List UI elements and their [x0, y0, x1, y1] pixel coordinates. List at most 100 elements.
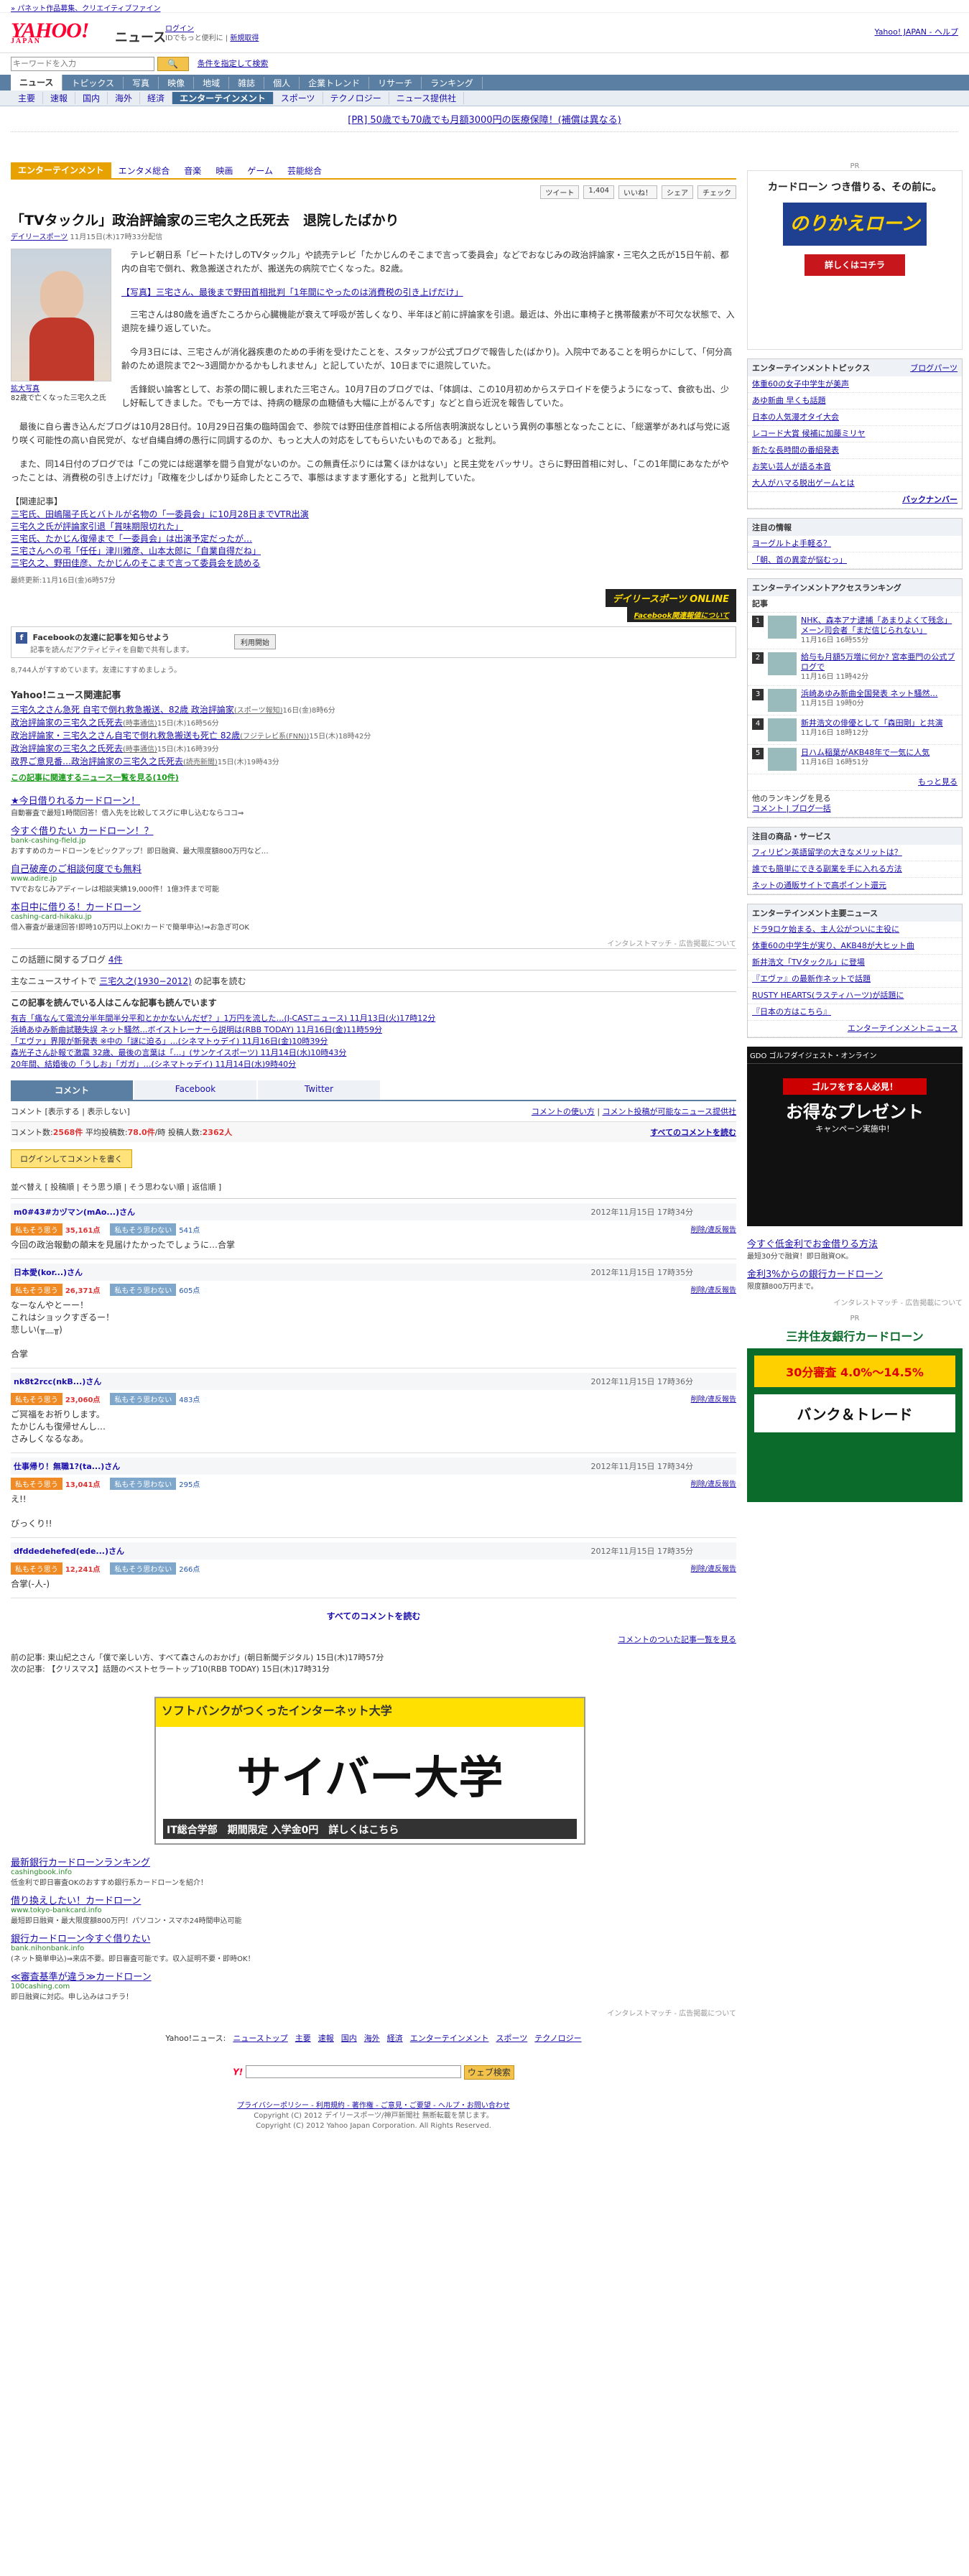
main-site-link[interactable]: 三宅久之(1930−2012) [99, 976, 192, 986]
nav-sub-2[interactable]: 国内 [75, 92, 108, 104]
related-article-link[interactable]: 三宅さんへの弔「任任」津川雅彦、山本太郎に「自業自得だね」 [11, 545, 736, 557]
category-tab-5[interactable]: 芸能総合 [280, 165, 329, 177]
report-link[interactable]: 削除/違反報告 [691, 1562, 736, 1573]
pr-line-link[interactable]: [PR] 50歳でも70歳でも月額3000円の医療保障！(補償は異なる) [348, 115, 621, 126]
photo-article-link[interactable]: 【写真】三宅さん、最後まで野田首相批判「1年間にやったのは消費税の引き上げだけ」 [121, 287, 463, 297]
nav-main-1[interactable]: トピックス [62, 76, 124, 89]
search-button[interactable]: 🔍 [157, 57, 189, 71]
related-article-link[interactable]: 三宅氏、たかじん復帰まで「一委員会」は出演予定だったが… [11, 533, 736, 545]
login-to-comment-button[interactable]: ログインしてコメントを書く [11, 1149, 132, 1168]
vote-yes-button[interactable]: 私もそう思う [11, 1284, 62, 1296]
ad1-button[interactable]: 詳しくはコチラ [805, 254, 905, 276]
comment-user[interactable]: nk8t2rcc(nkB...)さん [14, 1377, 101, 1386]
ad-title[interactable]: 最新銀行カードローンランキング [11, 1855, 736, 1868]
related-news-source[interactable]: (読売新聞) [183, 759, 218, 766]
ad-title[interactable]: 本日中に借りる！カードローン [11, 899, 736, 913]
footer-nav-8[interactable]: スポーツ [496, 2034, 527, 2043]
comment-user[interactable]: 日本愛(kor...)さん [14, 1268, 83, 1277]
related-news-title[interactable]: 政治評論家・三宅久之さん自宅で倒れ救急搬送も死亡 82歳 [11, 731, 240, 741]
facebook-start-button[interactable]: 利用開始 [234, 634, 276, 649]
rank-thumbnail[interactable] [768, 748, 797, 771]
vote-no-button[interactable]: 私もそう思わない [110, 1393, 177, 1405]
footer-search-button[interactable]: ウェブ検索 [463, 2065, 514, 2080]
nav-main-0[interactable]: ニュース [11, 75, 63, 91]
nav-sub-6[interactable]: スポーツ [274, 92, 323, 104]
help-link[interactable]: Yahoo! JAPAN - ヘルプ [874, 27, 958, 37]
related-news-source[interactable]: (スポーツ報知) [234, 707, 283, 715]
rank-thumbnail[interactable] [768, 616, 797, 639]
reading-item[interactable]: 20年間、結婚後の「うしお」「ガガ」…(シネマトゥデイ) 11月14日(水)9時… [11, 1059, 736, 1070]
nav-sub-5[interactable]: エンターテインメント [172, 92, 274, 104]
topics-blogparts[interactable]: ブログパーツ [910, 362, 958, 374]
blog-count-link[interactable]: 4件 [108, 955, 123, 965]
reading-item[interactable]: 森光子さん訃報で激震 32歳、最後の言葉は「…」(サンケイスポーツ) 11月14… [11, 1047, 736, 1059]
topic-item-link[interactable]: レコード大賞 候補に加藤ミリヤ [752, 429, 866, 438]
register-link[interactable]: 新規取得 [230, 34, 259, 42]
spot-item-link[interactable]: 「朝、首の異変が悩むっ」 [752, 555, 847, 565]
featured-more[interactable]: エンターテインメントニュース [848, 1024, 958, 1033]
backnumber-link[interactable]: バックナンバー [902, 495, 958, 504]
related-news-source[interactable]: (時事通信) [123, 720, 157, 728]
footer-links[interactable]: プライバシーポリシー - 利用規約 - 著作権 - ご意見・ご要望 - ヘルプ・… [11, 2101, 736, 2111]
ad-title[interactable]: 今すぐ借りたい カードローン！？ [11, 823, 736, 837]
ad-title[interactable]: ≪審査基準が違う≫カードローン [11, 1969, 736, 1983]
nav-main-3[interactable]: 映像 [159, 76, 195, 89]
report-link[interactable]: 削除/違反報告 [691, 1284, 736, 1294]
read-all-comments-top[interactable]: すべてのコメントを読む [650, 1126, 736, 1138]
nav-main-6[interactable]: 個人 [264, 76, 300, 89]
article-source[interactable]: デイリースポーツ [11, 233, 68, 241]
check-button[interactable]: チェック [697, 185, 736, 199]
rank-thumbnail[interactable] [768, 652, 797, 675]
header-right-link[interactable]: Yahoo! JAPAN - ヘルプ [874, 26, 958, 37]
vote-yes-button[interactable]: 私もそう思う [11, 1478, 62, 1490]
comment-user[interactable]: dfddedehefed(ede...)さん [14, 1547, 124, 1556]
footer-nav-3[interactable]: 速報 [318, 2034, 334, 2043]
service-item-link[interactable]: 誰でも簡単にできる副業を手に入れる方法 [752, 864, 902, 874]
category-tab-0[interactable]: エンターテインメント [11, 162, 111, 178]
comment-user[interactable]: 仕事帰り！無職1?(ta...)さん [14, 1462, 120, 1471]
vote-no-button[interactable]: 私もそう思わない [110, 1223, 177, 1236]
ad-title[interactable]: 自己破産のご相談何度でも無料 [11, 861, 736, 875]
vote-yes-button[interactable]: 私もそう思う [11, 1393, 62, 1405]
footer-nav-6[interactable]: 経済 [387, 2034, 403, 2043]
spot-item-link[interactable]: ヨーグルトよ手軽る？ [752, 539, 831, 548]
comment-user[interactable]: m0#43#カヅマン(mAo...)さん [14, 1208, 135, 1217]
comment-howto-link[interactable]: コメントの使い方 [532, 1107, 595, 1116]
report-link[interactable]: 削除/違反報告 [691, 1223, 736, 1234]
prev-article[interactable]: 前の記事: 東山紀之さん「僕で楽しい方、すべて森さんのおかげ」(朝日新聞デジタル… [11, 1652, 736, 1664]
related-news-title[interactable]: 三宅久之さん急死 自宅で倒れ救急搬送、82歳 政治評論家 [11, 705, 234, 715]
nav-main-8[interactable]: リサーチ [369, 76, 422, 89]
side-ad-gdo[interactable]: GDO ゴルフダイジェスト・オンライン ゴルフをする人必見！ お得なプレゼント … [747, 1047, 963, 1226]
top-promo-link[interactable]: » パネット作品募集、クリエイティブファイン [11, 5, 161, 13]
footer-nav-7[interactable]: エンターテインメント [410, 2034, 489, 2043]
enlarge-photo-link[interactable]: 拡大写真 [11, 385, 40, 393]
ads-footer[interactable]: インタレストマッチ - 広告掲載について [11, 937, 736, 948]
related-news-source[interactable]: (フジテレビ系(FNN)) [240, 733, 309, 741]
report-link[interactable]: 削除/違反報告 [691, 1478, 736, 1488]
pr-line[interactable]: [PR] 50歳でも70歳でも月額3000円の医療保障！(補償は異なる) [11, 106, 958, 132]
nav-main-2[interactable]: 写真 [124, 76, 159, 89]
search-input[interactable] [11, 57, 154, 71]
advanced-search-link[interactable]: 条件を指定して検索 [198, 59, 269, 68]
featured-item-link[interactable]: 体重60の中学生が実り、AKB48が大ヒット曲 [752, 941, 914, 950]
nav-main-5[interactable]: 雑誌 [229, 76, 265, 89]
topic-item-link[interactable]: 新たな長時間の番組発表 [752, 445, 839, 455]
related-news-more[interactable]: この記事に関連するニュース一覧を見る(10件) [11, 772, 736, 783]
topic-item-link[interactable]: 大人がハマる脱出ゲームとは [752, 478, 855, 488]
footer-nav-1[interactable]: ニューストップ [233, 2034, 287, 2043]
ad-title[interactable]: 銀行カードローン今すぐ借りたい [11, 1931, 736, 1945]
ad-title[interactable]: 借り換えしたい！カードローン [11, 1893, 736, 1906]
related-news-title[interactable]: 政界ご意見番…政治評論家の三宅久之氏死去 [11, 756, 183, 766]
comment-display-toggle[interactable]: コメント [表示する | 表示しない] [11, 1107, 130, 1116]
vote-no-button[interactable]: 私もそう思わない [110, 1562, 177, 1575]
yahoo-logo[interactable]: YAHOO! JAPAN [11, 19, 89, 45]
nav-sub-1[interactable]: 速報 [43, 92, 76, 104]
rank-title[interactable]: 日ハム稲葉がAKB48年で一気に人気 [801, 748, 929, 758]
featured-item-link[interactable]: 新井浩文「TVタックル」に登場 [752, 958, 865, 967]
nav-main-9[interactable]: ランキング [422, 76, 483, 89]
related-article-link[interactable]: 三宅久之氏が評論家引退「賞味期限切れた」 [11, 521, 736, 533]
side-ad-norikae[interactable]: カードローン つき借りる、その前に。 のりかえローン 詳しくはコチラ [747, 170, 963, 350]
nav-sub-4[interactable]: 経済 [140, 92, 173, 104]
other-ranking-links[interactable]: コメント | ブログ一括 [752, 804, 831, 813]
footer-search-input[interactable] [246, 2065, 462, 2078]
